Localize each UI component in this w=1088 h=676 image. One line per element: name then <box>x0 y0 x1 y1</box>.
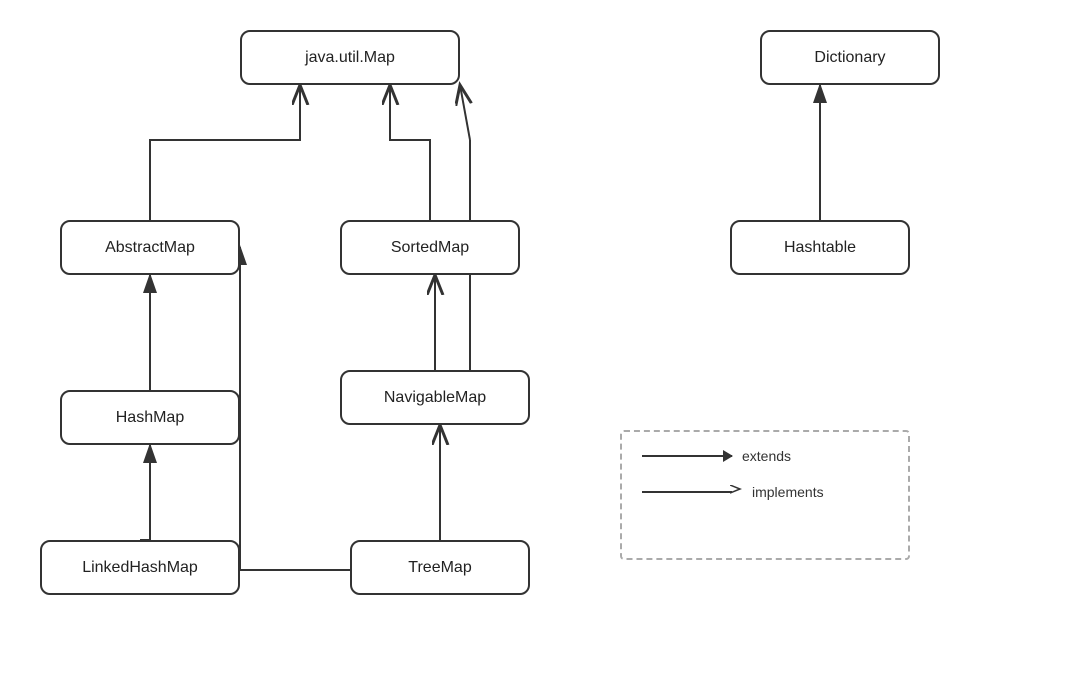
abstractmap-to-javautilmap-line <box>150 85 300 220</box>
linked-hash-map-box: LinkedHashMap <box>40 540 240 595</box>
hashtable-box: Hashtable <box>730 220 910 275</box>
legend-box: extends implements <box>620 430 910 560</box>
java-util-map-box: java.util.Map <box>240 30 460 85</box>
legend-implements: implements <box>642 484 888 500</box>
hash-map-box: HashMap <box>60 390 240 445</box>
legend-extends: extends <box>642 448 888 464</box>
navigable-map-box: NavigableMap <box>340 370 530 425</box>
third-to-javautilmap-line <box>460 85 470 140</box>
diagram-container: java.util.Map Dictionary AbstractMap Sor… <box>0 0 1088 676</box>
sorted-map-box: SortedMap <box>340 220 520 275</box>
abstract-map-box: AbstractMap <box>60 220 240 275</box>
dictionary-box: Dictionary <box>760 30 940 85</box>
treemap-to-abstractmap-line <box>240 247 350 570</box>
sortedmap-to-javautilmap-line <box>390 85 430 220</box>
tree-map-box: TreeMap <box>350 540 530 595</box>
linkedhashmap-to-hashmap-line <box>140 445 150 540</box>
